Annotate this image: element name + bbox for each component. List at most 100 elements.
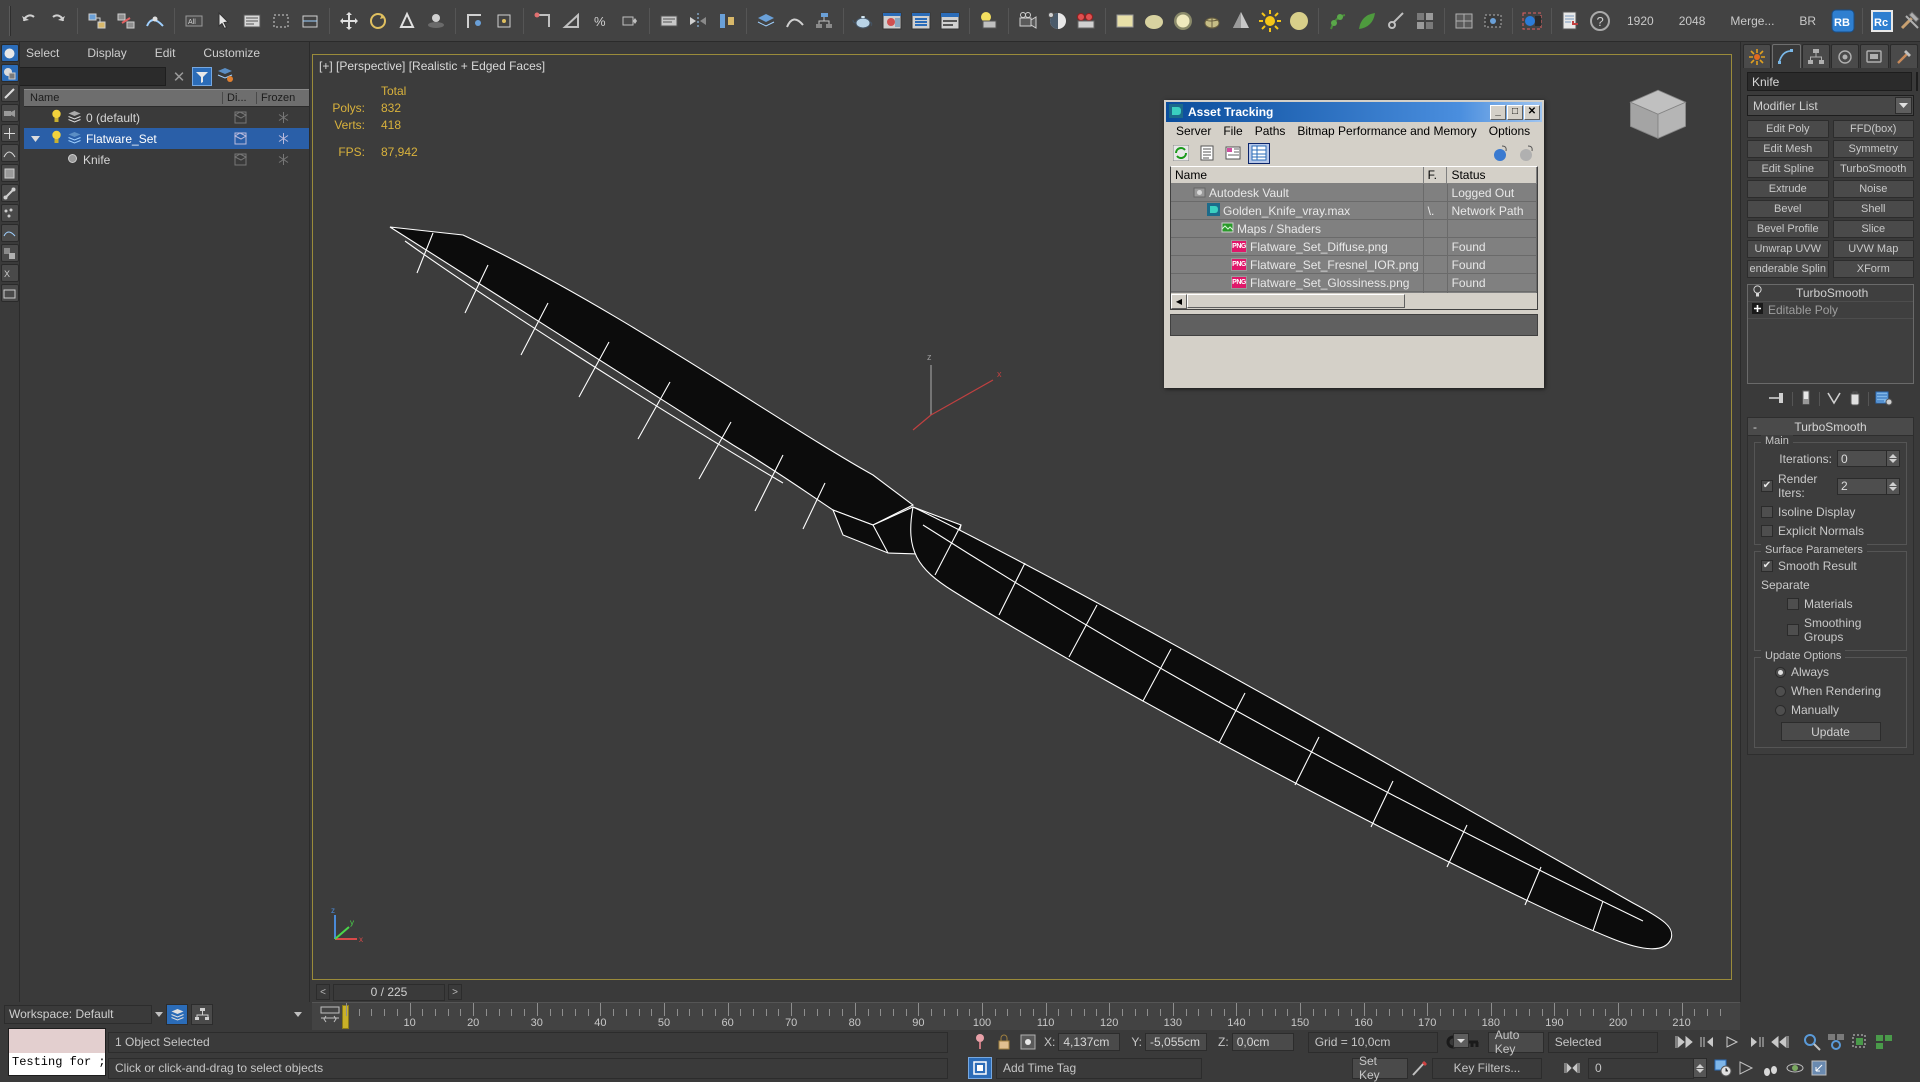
modifier-bevel[interactable]: Bevel	[1747, 200, 1829, 218]
table-row[interactable]: Golden_Knife_vray.max \. Network Path	[1171, 201, 1537, 220]
maximize-button[interactable]: □	[1507, 104, 1523, 120]
modifier-xform[interactable]: XForm	[1832, 260, 1914, 278]
asset-tracking-dialog[interactable]: Asset Tracking _ □ ✕ Server File Paths B…	[1164, 100, 1544, 388]
ivy-icon[interactable]	[1324, 7, 1352, 35]
named-selection-icon[interactable]	[655, 7, 683, 35]
chevron-down-icon[interactable]	[1895, 97, 1912, 114]
view-cube[interactable]	[1623, 85, 1693, 147]
open-mini-curve-editor-icon[interactable]	[318, 1004, 344, 1028]
modifier-unwrap-uvw[interactable]: Unwrap UVW	[1747, 240, 1829, 258]
utilities-tab[interactable]	[1889, 44, 1918, 68]
time-tag-icon[interactable]	[968, 1057, 992, 1079]
table-row[interactable]: Maps / Shaders	[1171, 219, 1537, 238]
horizontal-scrollbar[interactable]: ◀	[1171, 293, 1537, 309]
sun-icon[interactable]	[1256, 7, 1284, 35]
smoothing-groups-checkbox[interactable]	[1787, 624, 1799, 636]
pro-cutter-icon[interactable]	[1382, 7, 1410, 35]
maxscript-listener[interactable]: Testing for ;	[8, 1028, 106, 1076]
plane-icon[interactable]	[1111, 7, 1139, 35]
material-preview-icon[interactable]	[1043, 7, 1071, 35]
clear-search-icon[interactable]: ✕	[170, 68, 188, 86]
modifier-uvw-map[interactable]: UVW Map	[1832, 240, 1914, 258]
grid-view-icon[interactable]	[1248, 142, 1270, 164]
table-row[interactable]: PNG Flatware_Set_Diffuse.png Found	[1171, 237, 1537, 256]
sphere-mat-icon[interactable]	[1140, 7, 1168, 35]
rc-plugin-icon[interactable]: Rc	[1868, 7, 1896, 35]
select-lights-icon[interactable]	[0, 84, 19, 102]
display-toggle[interactable]	[223, 153, 257, 166]
key-mode-selector[interactable]: Selected	[1547, 1031, 1658, 1053]
modifier-extrude[interactable]: Extrude	[1747, 180, 1829, 198]
display-toggle[interactable]	[223, 132, 257, 145]
lightbulb-icon[interactable]	[1752, 285, 1763, 301]
goto-start-button[interactable]	[1672, 1031, 1696, 1053]
key-frame-spinner[interactable]	[1694, 1058, 1707, 1078]
merge-button[interactable]: Merge...	[1718, 14, 1786, 28]
reference-coord-icon[interactable]	[461, 7, 489, 35]
select-objects-icon[interactable]	[0, 44, 19, 62]
pin-stack-icon[interactable]	[1768, 390, 1786, 409]
select-uv-icon[interactable]	[1479, 7, 1507, 35]
refresh-icon[interactable]	[1170, 143, 1192, 164]
scroll-left-button[interactable]: ◀	[1171, 293, 1187, 309]
render-iters-checkbox[interactable]: ✔	[1761, 480, 1773, 492]
spinner-arrows[interactable]	[1887, 450, 1900, 467]
render-iters-stepper[interactable]	[1837, 477, 1900, 495]
modifier-edit-poly[interactable]: Edit Poly	[1747, 120, 1829, 138]
add-time-tag-button[interactable]: Add Time Tag	[996, 1057, 1202, 1079]
plus-box-icon[interactable]	[1752, 303, 1763, 317]
render-icon[interactable]	[1072, 7, 1100, 35]
select-link-icon[interactable]	[83, 7, 111, 35]
scene-converter-icon[interactable]	[1557, 7, 1585, 35]
unlink-icon[interactable]	[112, 7, 140, 35]
list-view-icon[interactable]	[1196, 143, 1218, 164]
current-frame-display[interactable]: 0 / 225	[333, 983, 445, 1001]
modifier-turbosmooth[interactable]: TurboSmooth	[1832, 160, 1914, 178]
key-mode-toggle-button[interactable]	[1560, 1057, 1584, 1079]
object-color-swatch[interactable]	[1916, 72, 1918, 91]
select-spacewarps-icon[interactable]	[0, 224, 19, 242]
mirror-icon[interactable]	[684, 7, 712, 35]
select-by-layer-icon[interactable]	[0, 64, 19, 82]
motion-tab[interactable]	[1830, 44, 1860, 68]
rollout-collapse-marker[interactable]: -	[1753, 420, 1757, 434]
minimize-button[interactable]: _	[1490, 104, 1506, 120]
isoline-display-checkbox[interactable]	[1761, 506, 1773, 518]
pivot-center-icon[interactable]	[490, 7, 518, 35]
chevron-down-icon[interactable]	[1453, 1033, 1469, 1048]
table-row[interactable]: Autodesk Vault Logged Out	[1171, 183, 1537, 202]
modifier-stack[interactable]: TurboSmooth Editable Poly	[1747, 284, 1914, 384]
stack-item-editable-poly[interactable]: Editable Poly	[1748, 302, 1913, 319]
zoom-icon[interactable]	[1800, 1031, 1824, 1053]
select-geometry-icon[interactable]	[0, 164, 19, 182]
hierarchy-tab[interactable]	[1801, 44, 1830, 68]
remove-modifier-icon[interactable]	[1848, 390, 1862, 409]
selection-lock-pin-icon[interactable]	[968, 1031, 992, 1053]
select-rotate-icon[interactable]	[364, 7, 392, 35]
spinner-snap-icon[interactable]	[616, 7, 644, 35]
previous-frame-button[interactable]	[1696, 1031, 1720, 1053]
render-width-label[interactable]: 1920	[1615, 14, 1666, 28]
select-cameras-icon[interactable]	[0, 104, 19, 122]
modifier-edit-spline[interactable]: Edit Spline	[1747, 160, 1829, 178]
teapot-icon[interactable]	[849, 7, 877, 35]
display-toggle[interactable]	[223, 111, 257, 124]
undo-icon[interactable]	[15, 7, 43, 35]
search-input[interactable]	[6, 67, 166, 86]
leaf-icon[interactable]	[1353, 7, 1381, 35]
curve-editor-icon[interactable]	[781, 7, 809, 35]
configure-sets-icon[interactable]	[1875, 390, 1893, 409]
scrollbar-thumb[interactable]	[1187, 294, 1405, 308]
tools-hammer-icon[interactable]	[1897, 7, 1920, 35]
auto-key-button[interactable]: Auto Key	[1487, 1028, 1544, 1056]
column-flag[interactable]: F.	[1424, 167, 1448, 183]
layer-manager-icon[interactable]	[752, 7, 780, 35]
modify-tab[interactable]	[1772, 44, 1801, 68]
column-display[interactable]: Di...	[223, 92, 257, 104]
lightbulb-icon[interactable]	[50, 130, 63, 148]
x-input[interactable]	[1058, 1033, 1121, 1051]
menu-customize[interactable]: Customize	[189, 44, 274, 62]
modifier-noise[interactable]: Noise	[1832, 180, 1914, 198]
select-particles-icon[interactable]	[0, 204, 19, 222]
modifier-shell[interactable]: Shell	[1832, 200, 1914, 218]
